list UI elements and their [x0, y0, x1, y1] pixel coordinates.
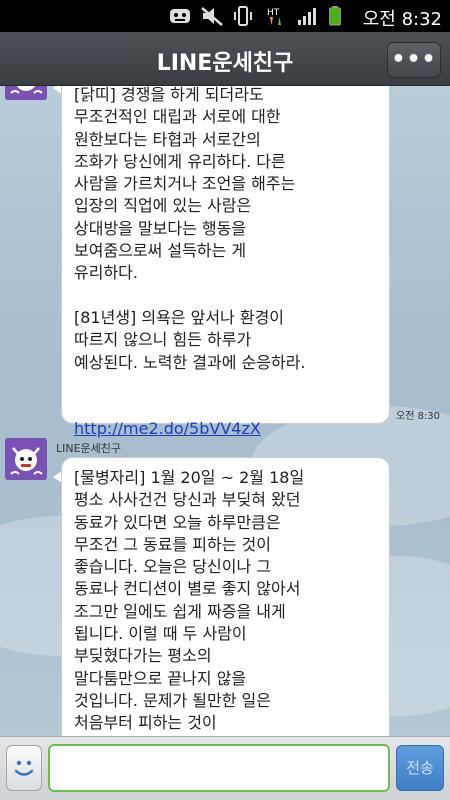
sender-name: LINE운세친구: [56, 442, 122, 455]
input-bar: 전송: [0, 736, 450, 800]
message-link[interactable]: http://me2.do/5bVV4zX: [74, 419, 261, 438]
message-input[interactable]: [48, 744, 390, 792]
fortune-character-icon: [5, 86, 47, 100]
send-button[interactable]: 전송: [396, 745, 444, 791]
gamepad-notification-icon: [170, 9, 190, 23]
emoticon-button[interactable]: [6, 745, 42, 791]
chat-header: LINE운세친구 •••: [0, 32, 450, 86]
message-bubble[interactable]: [물병자리] 1월 20일 ~ 2월 18일 평소 사사건건 당신과 부딪혀 왔…: [61, 457, 390, 736]
fortune-character-icon: [5, 438, 47, 480]
chat-title: LINE운세친구: [156, 51, 294, 76]
signal-icon: [298, 8, 316, 25]
message-bubble[interactable]: [닭띠] 경쟁을 하게 되더라도 무조건적인 대립과 서로에 대한 원한보다는 …: [61, 86, 390, 438]
status-time: 오전 8:32: [362, 9, 442, 30]
sender-avatar[interactable]: [5, 86, 47, 100]
more-menu-button[interactable]: •••: [387, 42, 441, 78]
message-text: [물병자리] 1월 20일 ~ 2월 18일 평소 사사건건 당신과 부딪혀 왔…: [74, 468, 305, 733]
mute-icon: [201, 7, 223, 26]
svg-text:HT: HT: [267, 8, 280, 18]
status-bar: HT 오전 8:32: [0, 0, 450, 32]
battery-icon: [329, 6, 341, 26]
data-transfer-icon: HT: [267, 8, 281, 25]
message-text: [닭띠] 경쟁을 하게 되더라도 무조건적인 대립과 서로에 대한 원한보다는 …: [74, 86, 306, 372]
vibrate-icon: [234, 6, 252, 26]
sender-avatar[interactable]: [5, 438, 47, 480]
more-dots-icon: •••: [391, 47, 437, 72]
message-timestamp: 오전 8:30: [396, 411, 441, 422]
smiley-icon: [14, 760, 34, 776]
chat-area[interactable]: [닭띠] 경쟁을 하게 되더라도 무조건적인 대립과 서로에 대한 원한보다는 …: [0, 86, 450, 736]
